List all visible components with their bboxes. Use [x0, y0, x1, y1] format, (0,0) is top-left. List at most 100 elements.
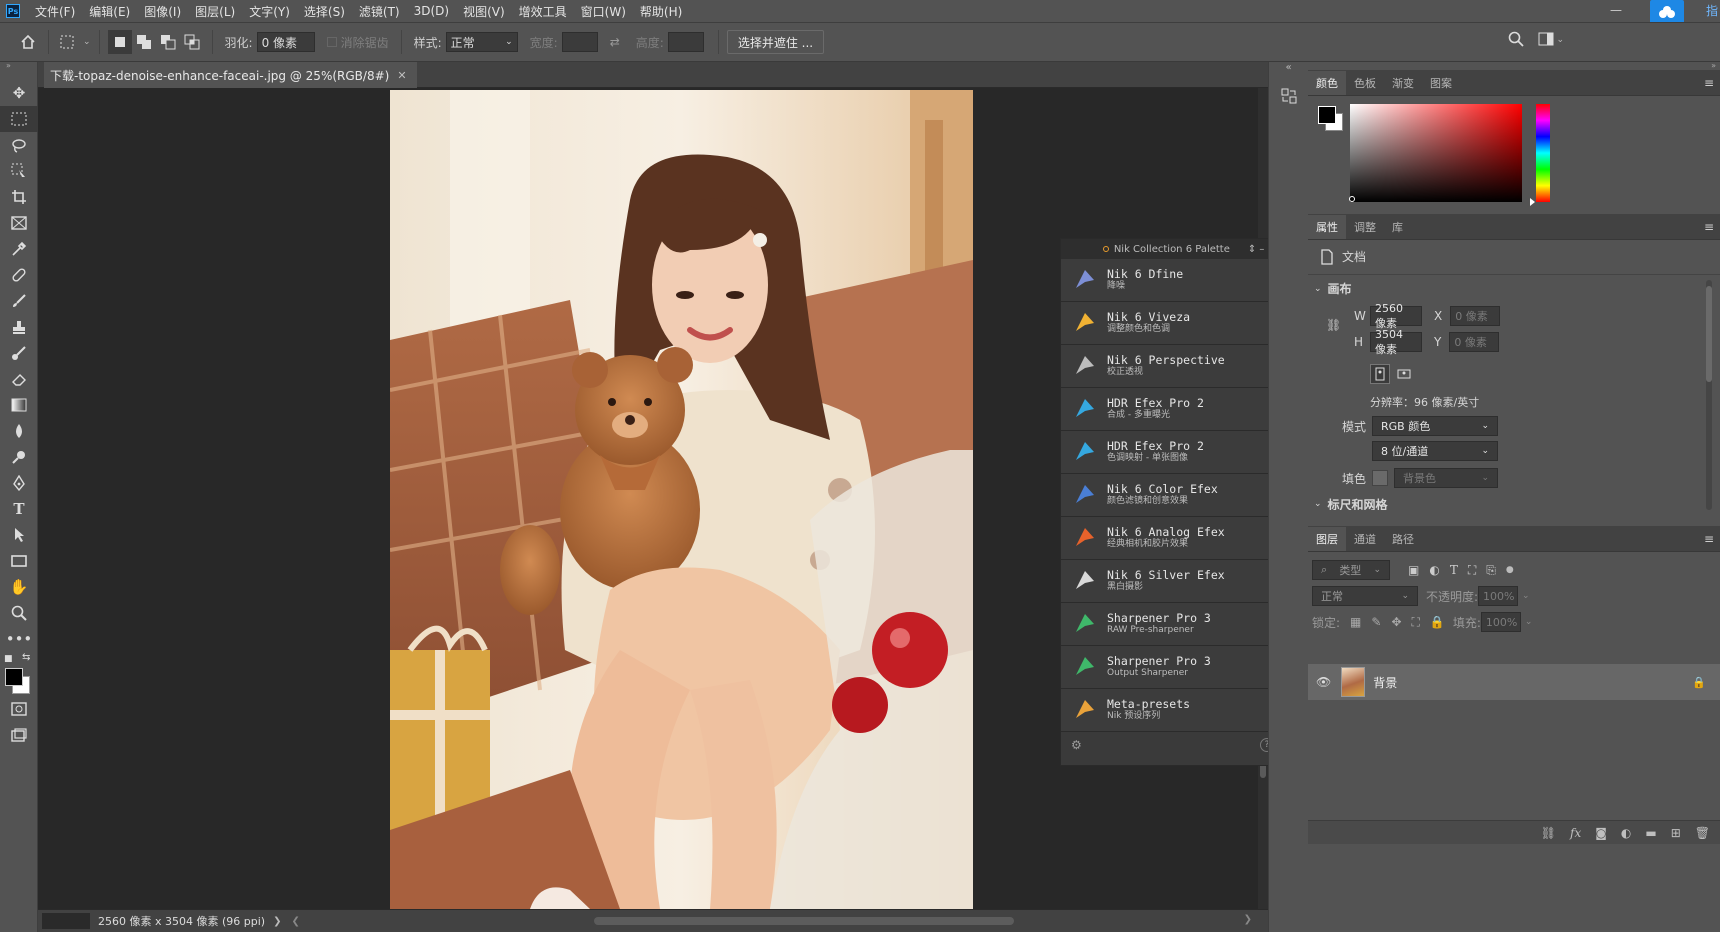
nik-tool-item[interactable]: Meta-presetsNik 预设序列⌄ — [1061, 689, 1284, 732]
document-image[interactable] — [390, 90, 973, 909]
link-dimensions-icon[interactable]: ⛓ — [1326, 318, 1341, 332]
hand-tool-icon[interactable]: ✋ — [0, 574, 38, 600]
workspace-icon[interactable] — [1538, 32, 1554, 49]
nik-palette-header[interactable]: Nik Collection 6 Palette ⇕ – ✕ — [1061, 239, 1284, 259]
menu-type[interactable]: 文字(Y) — [242, 3, 297, 20]
tab-libraries[interactable]: 库 — [1384, 215, 1411, 239]
cloud-sync-icon[interactable] — [1650, 0, 1684, 24]
swap-colors-icon[interactable]: ⇆ — [22, 652, 30, 663]
landscape-orientation-icon[interactable] — [1394, 364, 1414, 384]
lock-all-icon[interactable]: 🔒 — [1430, 615, 1445, 629]
lock-transparency-icon[interactable]: ▦ — [1350, 615, 1361, 629]
menu-window[interactable]: 窗口(W) — [574, 3, 633, 20]
canvas-section-header[interactable]: ⌄ 画布 — [1314, 280, 1352, 297]
foreground-color-swatch[interactable] — [5, 668, 23, 686]
chevron-down-icon[interactable]: ⌄ — [83, 37, 91, 47]
menu-3d[interactable]: 3D(D) — [407, 4, 456, 18]
move-tool-icon[interactable]: ✥ — [0, 80, 38, 106]
chevron-down-icon[interactable]: ⌄ — [1556, 35, 1564, 45]
dodge-tool-icon[interactable] — [0, 444, 38, 470]
new-selection-icon[interactable] — [107, 30, 132, 54]
nik-tool-item[interactable]: Nik 6 Analog Efex 经典相机和胶片效果 — [1061, 517, 1284, 560]
new-group-icon[interactable]: ▬ — [1645, 826, 1656, 840]
nik-tool-item[interactable]: Nik 6 Dfine降噪⌄ — [1061, 259, 1284, 302]
screen-mode-icon[interactable] — [0, 722, 38, 748]
menu-edit[interactable]: 编辑(E) — [82, 3, 137, 20]
chevron-down-icon[interactable]: ⌄ — [1522, 591, 1530, 601]
filter-smart-object-icon[interactable]: ⎘ — [1486, 563, 1496, 578]
rectangle-tool-icon[interactable] — [0, 548, 38, 574]
swap-dimensions-icon[interactable]: ⇄ — [610, 35, 620, 49]
panel-menu-icon[interactable]: ≡ — [1704, 220, 1714, 234]
menu-view[interactable]: 视图(V) — [456, 3, 512, 20]
lock-artboard-icon[interactable]: ⛶ — [1412, 615, 1420, 630]
nik-tool-item[interactable]: Nik 6 Color Efex 颜色滤镜和创意效果 — [1061, 474, 1284, 517]
settings-gear-icon[interactable]: ⚙ — [1071, 738, 1082, 752]
tab-patterns[interactable]: 图案 — [1422, 71, 1460, 95]
pen-tool-icon[interactable] — [0, 470, 38, 496]
filter-adjustment-icon[interactable]: ◐ — [1429, 563, 1439, 577]
eyedropper-tool-icon[interactable] — [0, 236, 38, 262]
path-selection-tool-icon[interactable] — [0, 522, 38, 548]
expand-toolbar-icon[interactable]: » — [0, 62, 37, 70]
new-layer-icon[interactable]: ⊞ — [1671, 826, 1681, 840]
layer-style-icon[interactable]: fx — [1570, 826, 1581, 840]
tab-adjustments[interactable]: 调整 — [1346, 215, 1384, 239]
tab-swatches[interactable]: 色板 — [1346, 71, 1384, 95]
antialias-checkbox[interactable] — [326, 37, 337, 47]
color-picker-cursor[interactable] — [1349, 196, 1355, 202]
marquee-tool-preset-icon[interactable] — [57, 30, 81, 54]
subtract-from-selection-icon[interactable] — [156, 30, 180, 54]
rectangular-marquee-tool-icon[interactable] — [0, 106, 38, 132]
panel-menu-icon[interactable]: ≡ — [1704, 76, 1714, 90]
document-tab[interactable]: 下载-topaz-denoise-enhance-faceai-.jpg @ 2… — [44, 62, 417, 88]
tray-label[interactable]: 指 — [1706, 2, 1718, 19]
tab-paths[interactable]: 路径 — [1384, 527, 1422, 551]
eraser-tool-icon[interactable] — [0, 366, 38, 392]
tab-gradients[interactable]: 渐变 — [1384, 71, 1422, 95]
canvas-height-input[interactable]: 3504 像素 — [1370, 328, 1422, 356]
menu-help[interactable]: 帮助(H) — [633, 3, 689, 20]
color-picker-field[interactable] — [1350, 104, 1522, 202]
gradient-tool-icon[interactable] — [0, 392, 38, 418]
history-panel-icon[interactable] — [1274, 81, 1304, 111]
fill-input[interactable]: 100% — [1480, 612, 1521, 632]
clone-stamp-tool-icon[interactable] — [0, 314, 38, 340]
chevron-right-icon[interactable]: ❯ — [273, 916, 281, 927]
menu-image[interactable]: 图像(I) — [137, 3, 188, 20]
color-mode-select[interactable]: RGB 颜色 ⌄ — [1372, 416, 1498, 436]
collapse-panels-icon[interactable]: « — [1269, 62, 1308, 73]
lock-position-icon[interactable]: ✥ — [1391, 615, 1401, 629]
fill-select[interactable]: 背景色 ⌄ — [1394, 468, 1498, 488]
delete-layer-icon[interactable]: 🗑 — [1695, 826, 1710, 840]
panel-menu-icon[interactable]: ≡ — [1704, 532, 1714, 546]
chevron-left-icon[interactable]: ❮ — [291, 916, 299, 927]
nik-tool-item[interactable]: Nik 6 Silver Efex 黑白摄影 — [1061, 560, 1284, 603]
canvas-x-input[interactable]: 0 像素 — [1450, 306, 1501, 326]
nik-tool-item[interactable]: Sharpener Pro 3 RAW Pre-sharpener — [1061, 603, 1284, 646]
tab-color[interactable]: 颜色 — [1308, 71, 1346, 95]
healing-brush-tool-icon[interactable] — [0, 262, 38, 288]
lasso-tool-icon[interactable] — [0, 132, 38, 158]
visibility-eye-icon[interactable]: 👁 — [1316, 675, 1331, 689]
foreground-color-swatch[interactable] — [1318, 106, 1336, 124]
add-mask-icon[interactable]: ◙ — [1595, 826, 1607, 840]
select-and-mask-button[interactable]: 选择并遮住 ... — [726, 30, 825, 54]
zoom-level-field[interactable] — [42, 913, 90, 929]
history-brush-tool-icon[interactable] — [0, 340, 38, 366]
home-icon[interactable] — [16, 30, 40, 54]
tab-channels[interactable]: 通道 — [1346, 527, 1384, 551]
filter-pixel-icon[interactable]: ▣ — [1408, 563, 1419, 577]
layer-lock-icon[interactable]: 🔒 — [1692, 676, 1706, 689]
minimize-icon[interactable]: — — [1600, 0, 1632, 22]
height-input[interactable] — [667, 32, 704, 52]
feather-input[interactable]: 0 像素 — [256, 32, 315, 52]
brush-tool-icon[interactable] — [0, 288, 38, 314]
nik-tool-item[interactable]: Nik 6 Viveza 调整颜色和色调 — [1061, 302, 1284, 345]
layer-row[interactable]: 👁 背景 🔒 — [1308, 664, 1720, 700]
quick-mask-icon[interactable] — [0, 696, 38, 722]
fill-color-swatch[interactable] — [1372, 470, 1388, 486]
tab-layers[interactable]: 图层 — [1308, 527, 1346, 551]
properties-scrollbar[interactable] — [1706, 280, 1712, 510]
search-icon[interactable] — [1508, 31, 1524, 50]
